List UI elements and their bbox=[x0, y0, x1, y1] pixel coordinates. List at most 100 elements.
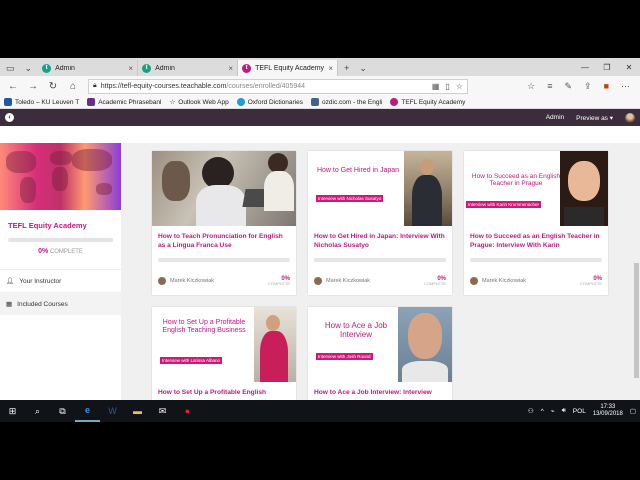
clock-date: 13/09/2018 bbox=[592, 411, 623, 417]
minimize-icon[interactable]: — bbox=[574, 58, 596, 76]
instructor-photo bbox=[560, 151, 608, 226]
thumbnail-title: How to Succeed as an English Teacher in … bbox=[471, 173, 561, 188]
course-card[interactable]: How to Get Hired in Japan Interview with… bbox=[308, 151, 452, 295]
language-indicator[interactable]: POL bbox=[573, 408, 586, 415]
teachable-icon bbox=[390, 98, 399, 106]
bookmark-label: TEFL Equity Academy bbox=[401, 98, 466, 106]
thumbnail-title: How to Ace a Job Interview bbox=[324, 321, 388, 340]
chevron-up-icon[interactable]: ^ bbox=[541, 408, 544, 415]
share-icon[interactable]: ⇪ bbox=[584, 81, 592, 92]
network-icon[interactable]: ⌁ bbox=[551, 407, 555, 415]
sidebar-item-included-courses[interactable]: ▦ Included Courses bbox=[0, 292, 121, 315]
course-card[interactable]: How to Succeed as an English Teacher in … bbox=[464, 151, 608, 295]
tab-tefl-equity[interactable]: t TEFL Equity Academy × bbox=[238, 60, 339, 76]
clock[interactable]: 17:33 13/09/2018 bbox=[593, 404, 623, 418]
course-card-title[interactable]: How to Succeed as an English Teacher in … bbox=[464, 226, 608, 250]
teachable-icon: t bbox=[42, 63, 52, 73]
course-card[interactable]: How to Teach Pronunciation for English a… bbox=[152, 151, 296, 295]
search-icon[interactable]: ⌕ bbox=[25, 400, 50, 422]
teachable-icon: t bbox=[242, 63, 252, 73]
scrollbar[interactable] bbox=[633, 143, 640, 422]
word-icon[interactable]: W bbox=[100, 400, 125, 422]
new-tab-controls: + ⌄ bbox=[338, 60, 373, 76]
course-title: TEFL Equity Academy bbox=[8, 221, 87, 230]
chevron-down-icon[interactable]: ⌄ bbox=[25, 63, 33, 74]
scrollbar-thumb[interactable] bbox=[634, 263, 639, 378]
tab-label: Admin bbox=[55, 64, 75, 72]
course-thumbnail bbox=[152, 151, 296, 226]
home-icon[interactable]: ⌂ bbox=[64, 81, 82, 92]
course-thumbnail: How to Get Hired in Japan Interview with… bbox=[308, 151, 452, 226]
chevron-down-icon[interactable]: ⌄ bbox=[359, 63, 367, 74]
taskbar: ⊞ ⌕ ⧉ e W ▬ ✉ ● ⚇ ^ ⌁ 🔊︎ POL 17:33 13/09… bbox=[0, 400, 640, 422]
tab-admin-1[interactable]: t Admin × bbox=[38, 60, 139, 76]
site-header: ‹ Admin Preview as ▾ bbox=[0, 109, 640, 126]
back-circle-icon[interactable]: ‹ bbox=[5, 113, 14, 122]
mail-icon[interactable]: ✉ bbox=[150, 400, 175, 422]
office-icon[interactable]: ■ bbox=[604, 81, 609, 92]
qr-icon[interactable]: ▦ bbox=[432, 82, 440, 91]
bookmark-oxford[interactable]: Oxford Dictionaries bbox=[236, 98, 304, 106]
close-icon[interactable]: × bbox=[128, 64, 133, 73]
sidebar-item-your-instructor[interactable]: 👤︎ Your Instructor bbox=[0, 269, 121, 292]
forward-arrow-icon[interactable]: → bbox=[24, 81, 42, 92]
course-card-title[interactable]: How to Ace a Job Interview: Interview bbox=[308, 382, 452, 398]
close-window-icon[interactable]: ✕ bbox=[618, 58, 640, 76]
progress-label: COMPLETE bbox=[423, 280, 446, 286]
reading-view-icon[interactable]: ▯ bbox=[445, 82, 449, 91]
favorites-icon[interactable]: ☆ bbox=[527, 81, 535, 92]
reading-list-icon[interactable]: ≡ bbox=[547, 81, 552, 92]
bookmark-tefl-equity[interactable]: TEFL Equity Academy bbox=[390, 98, 465, 106]
course-image-world-map bbox=[0, 143, 121, 210]
bookmark-academic-phrasebank[interactable]: Academic Phrasebanl bbox=[87, 98, 161, 106]
notifications-icon[interactable]: ▢ bbox=[630, 407, 636, 415]
instructor-photo bbox=[404, 151, 452, 226]
course-card-title[interactable]: How to Teach Pronunciation for English a… bbox=[152, 226, 296, 250]
bookmark-label: Oxford Dictionaries bbox=[247, 98, 304, 106]
avatar[interactable] bbox=[625, 112, 635, 123]
edge-icon[interactable]: e bbox=[75, 400, 100, 422]
thumbnail-subtitle: Interview with Larissa Albano bbox=[160, 357, 223, 364]
people-icon[interactable]: ⚇ bbox=[528, 407, 534, 415]
author-avatar bbox=[314, 277, 322, 286]
tab-list-icon[interactable]: ▭ bbox=[6, 63, 15, 74]
pen-icon[interactable]: ✎ bbox=[564, 81, 572, 92]
progress-label: COMPLETE bbox=[579, 280, 602, 286]
thumbnail-subtitle: Interview with Josh Round bbox=[316, 353, 373, 360]
bookmark-label: Toledo – KU Leuven T bbox=[15, 98, 80, 106]
admin-link[interactable]: Admin bbox=[546, 114, 564, 121]
restore-icon[interactable]: ❐ bbox=[596, 58, 618, 76]
bookmark-icon bbox=[87, 98, 96, 106]
course-card-title[interactable]: How to Set Up a Profitable English bbox=[152, 382, 296, 398]
bookmark-ozdic[interactable]: ozdic.com - the Engli bbox=[311, 98, 382, 106]
thumbnail-title: How to Set Up a Profitable English Teach… bbox=[162, 319, 246, 335]
course-thumbnail: How to Set Up a Profitable English Teach… bbox=[152, 307, 296, 382]
close-icon[interactable]: × bbox=[328, 64, 333, 73]
url-actions: ▦ ▯ ☆ bbox=[432, 82, 463, 91]
more-icon[interactable]: ⋯ bbox=[621, 81, 630, 92]
close-icon[interactable]: × bbox=[228, 64, 233, 73]
course-card-footer: Marek Kiczkowiak 0% COMPLETE bbox=[158, 276, 290, 288]
file-explorer-icon[interactable]: ▬ bbox=[125, 400, 150, 422]
course-card-title[interactable]: How to Get Hired in Japan: Interview Wit… bbox=[308, 226, 452, 250]
record-icon[interactable]: ● bbox=[175, 400, 200, 422]
course-thumbnail: How to Ace a Job Interview Interview wit… bbox=[308, 307, 452, 382]
preview-as-dropdown[interactable]: Preview as ▾ bbox=[576, 114, 613, 122]
refresh-icon[interactable]: ↻ bbox=[44, 81, 62, 92]
volume-icon[interactable]: 🔊︎ bbox=[562, 407, 566, 415]
teachable-icon: t bbox=[142, 63, 152, 73]
bookmark-toledo[interactable]: Toledo – KU Leuven T bbox=[4, 98, 79, 106]
star-icon: ☆ bbox=[169, 99, 176, 106]
url-field[interactable]: 🔒︎ https://tefl-equity-courses.teachable… bbox=[88, 78, 468, 94]
tab-label: TEFL Equity Academy bbox=[255, 64, 325, 72]
back-arrow-icon[interactable]: ← bbox=[4, 81, 22, 92]
sidebar: TEFL Equity Academy 0% COMPLETE 👤︎ Your … bbox=[0, 143, 128, 422]
tab-admin-2[interactable]: t Admin × bbox=[138, 60, 239, 76]
course-card-progress-bar bbox=[470, 258, 602, 263]
task-view-icon[interactable]: ⧉ bbox=[50, 400, 75, 422]
browser-tools: ☆ ≡ ✎ ⇪ ■ ⋯ bbox=[527, 81, 636, 92]
bookmark-outlook[interactable]: ☆ Outlook Web App bbox=[169, 98, 228, 107]
plus-icon[interactable]: + bbox=[344, 63, 349, 73]
windows-start-icon[interactable]: ⊞ bbox=[0, 400, 25, 422]
star-icon[interactable]: ☆ bbox=[456, 82, 463, 91]
